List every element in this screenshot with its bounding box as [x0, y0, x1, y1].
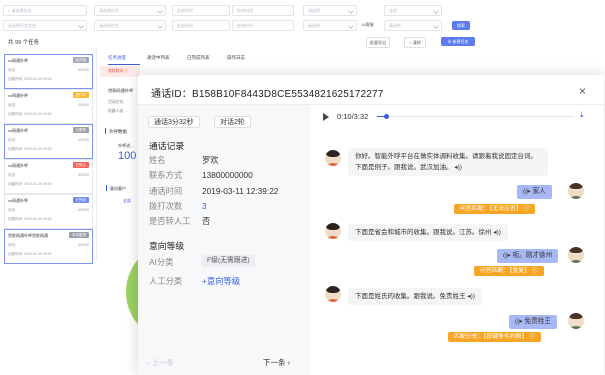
info-icon[interactable]: ⓘ — [530, 268, 538, 274]
section-marker — [105, 128, 106, 134]
call-record-title: 通话记录 — [149, 141, 185, 151]
task-list-divider — [0, 48, 97, 260]
customer-message: ((▸ 免贵姓王 — [509, 315, 557, 329]
end-time-filter[interactable]: 结束时间 — [232, 5, 294, 16]
start-time-filter[interactable]: 起始时间 — [172, 5, 230, 16]
start-time-filter-2[interactable]: 起始时间 — [172, 20, 230, 31]
ai-class-tag: F级(无需跟进) — [202, 255, 255, 267]
bg-label-1: 活动方式: — [108, 100, 125, 104]
bg-outbound-label: 外呼进… — [118, 143, 134, 148]
next-button[interactable]: 下一条 › — [263, 357, 290, 368]
bg-intent-tab[interactable]: 全部 — [123, 198, 131, 204]
task-select-filter[interactable]: ⌕ 请选择任务 — [3, 5, 87, 16]
match-tag: 问答匹配：【无法应答】 ⓘ — [454, 204, 536, 214]
task-total: 共 99 个任务 — [8, 40, 40, 46]
info-icon[interactable]: ⓘ — [528, 334, 535, 340]
end-time-filter-2[interactable]: 结束时间 — [232, 20, 294, 31]
bg-task-name: 贷款网通外呼 — [108, 88, 134, 93]
select-filter-2[interactable]: 请选择 — [303, 20, 357, 31]
chevron-down-icon — [157, 8, 163, 14]
task-status-filter[interactable]: 请选择任务状态 — [3, 20, 87, 31]
match-tag: 问答匹配：【重复】 ⓘ — [474, 266, 544, 276]
bg-tab-completed[interactable]: 已完成列表 — [187, 55, 210, 61]
audio-icon[interactable]: ◂)) — [492, 229, 501, 236]
section-marker — [106, 185, 107, 191]
bg-section-outbound: 外呼数据 — [109, 129, 127, 134]
field-dial-count: 拨打次数 3 — [149, 201, 207, 211]
export-button[interactable]: 批量导出 — [366, 37, 390, 48]
chevron-right-icon: › — [285, 358, 291, 367]
status-filter[interactable]: 请选择 — [303, 5, 357, 16]
audio-icon[interactable]: ◂)) — [466, 293, 475, 300]
chevron-down-icon — [433, 23, 439, 29]
field-transfer: 是否转人工否 — [149, 216, 211, 226]
ai-service-label: AI客服 — [362, 22, 374, 27]
task-name-filter[interactable]: 请选择任务 — [94, 5, 166, 16]
agent-message: 你好。智能外呼平台在做实体调料收集。请跟着我说固定台词。下面是例子。跟我说。武汉… — [348, 148, 548, 176]
download-icon[interactable]: ⤓ — [580, 110, 584, 120]
prev-button[interactable]: ‹ 上一条 — [147, 357, 174, 368]
ai-class-row: AI分类 — [149, 257, 174, 267]
player-track[interactable] — [377, 116, 574, 117]
bg-tab-logs[interactable]: 操作日志 — [227, 55, 245, 61]
customer-avatar — [568, 247, 584, 263]
duration-badge: 通话3分32秒 — [148, 116, 200, 128]
task-filter-2[interactable]: 请选择任务 — [94, 20, 166, 31]
agent-message: 下面是姓氏的收集。跟我说。免贵姓王 ◂)) — [348, 288, 482, 305]
agent-message: 下面是省会和城市的收集。跟我说。江苏。徐州 ◂)) — [348, 224, 508, 241]
agent-avatar — [325, 286, 341, 302]
chevron-down-icon — [433, 8, 439, 14]
bg-big-number: 100 — [118, 150, 137, 162]
warning-text: 流程取消 ① — [108, 69, 129, 73]
customer-message: ((▸ 呃。刚才徐州 — [497, 249, 559, 263]
close-icon[interactable]: × — [579, 84, 586, 98]
bg-tab-calling[interactable]: 通话中列表 — [147, 55, 170, 61]
add-intent-link[interactable]: +意向等级 — [202, 276, 240, 286]
ai-service-filter[interactable]: 请选择 — [384, 20, 442, 31]
new-task-button[interactable]: ⊕ 新建任务 — [441, 37, 475, 46]
all-filter[interactable]: 全部 — [384, 5, 442, 16]
field-name: 姓名 罗欢 — [149, 155, 219, 165]
bg-tab-progress[interactable]: 任务进度 — [108, 55, 140, 65]
intent-title: 意向等级 — [149, 241, 185, 251]
customer-avatar — [568, 313, 584, 329]
player-time: 0:10/3:32 — [337, 112, 369, 121]
player-knob[interactable] — [384, 114, 390, 119]
bg-label-2: 机器人送… — [108, 109, 127, 113]
agent-avatar — [325, 223, 341, 239]
chevron-down-icon — [157, 23, 163, 29]
call-record-panel: 通话3分32秒 对话2轮 通话记录 姓名 罗欢 联系方式 13800000000 通… — [138, 105, 311, 375]
chevron-down-icon — [348, 8, 354, 14]
play-icon[interactable] — [323, 113, 329, 121]
call-detail-modal: 通话ID：B158B10F8443D8CE5534821625172277 × … — [138, 75, 604, 375]
field-contact: 联系方式 13800000000 — [149, 170, 253, 180]
audio-icon[interactable]: ◂)) — [453, 164, 462, 171]
customer-avatar — [568, 183, 584, 199]
audio-icon[interactable]: ((▸ — [523, 188, 533, 195]
field-call-time: 通话时间 2019-03-11 12:39:22 — [149, 186, 279, 196]
modal-title: 通话ID：B158B10F8443D8CE5534821625172277 — [151, 89, 384, 100]
manual-class-row: 人工分类 +意向等级 — [149, 276, 241, 286]
audio-icon[interactable]: ((▸ — [515, 318, 525, 325]
clean-button[interactable]: ○ 清除 — [404, 37, 426, 48]
customer-message: ((▸ 家人 — [517, 185, 552, 199]
chevron-down-icon — [348, 23, 354, 29]
search-button[interactable]: 搜索 — [452, 21, 470, 30]
info-icon[interactable]: ⓘ — [522, 206, 529, 212]
bg-section-intent: 意向客户 — [110, 186, 126, 191]
turns-badge: 对话2轮 — [214, 116, 251, 128]
chevron-down-icon — [78, 23, 84, 29]
match-tag: 匹配分支：【按键条件判断】 ⓘ — [448, 332, 542, 342]
audio-icon[interactable]: ((▸ — [503, 252, 513, 259]
agent-avatar — [325, 150, 341, 166]
